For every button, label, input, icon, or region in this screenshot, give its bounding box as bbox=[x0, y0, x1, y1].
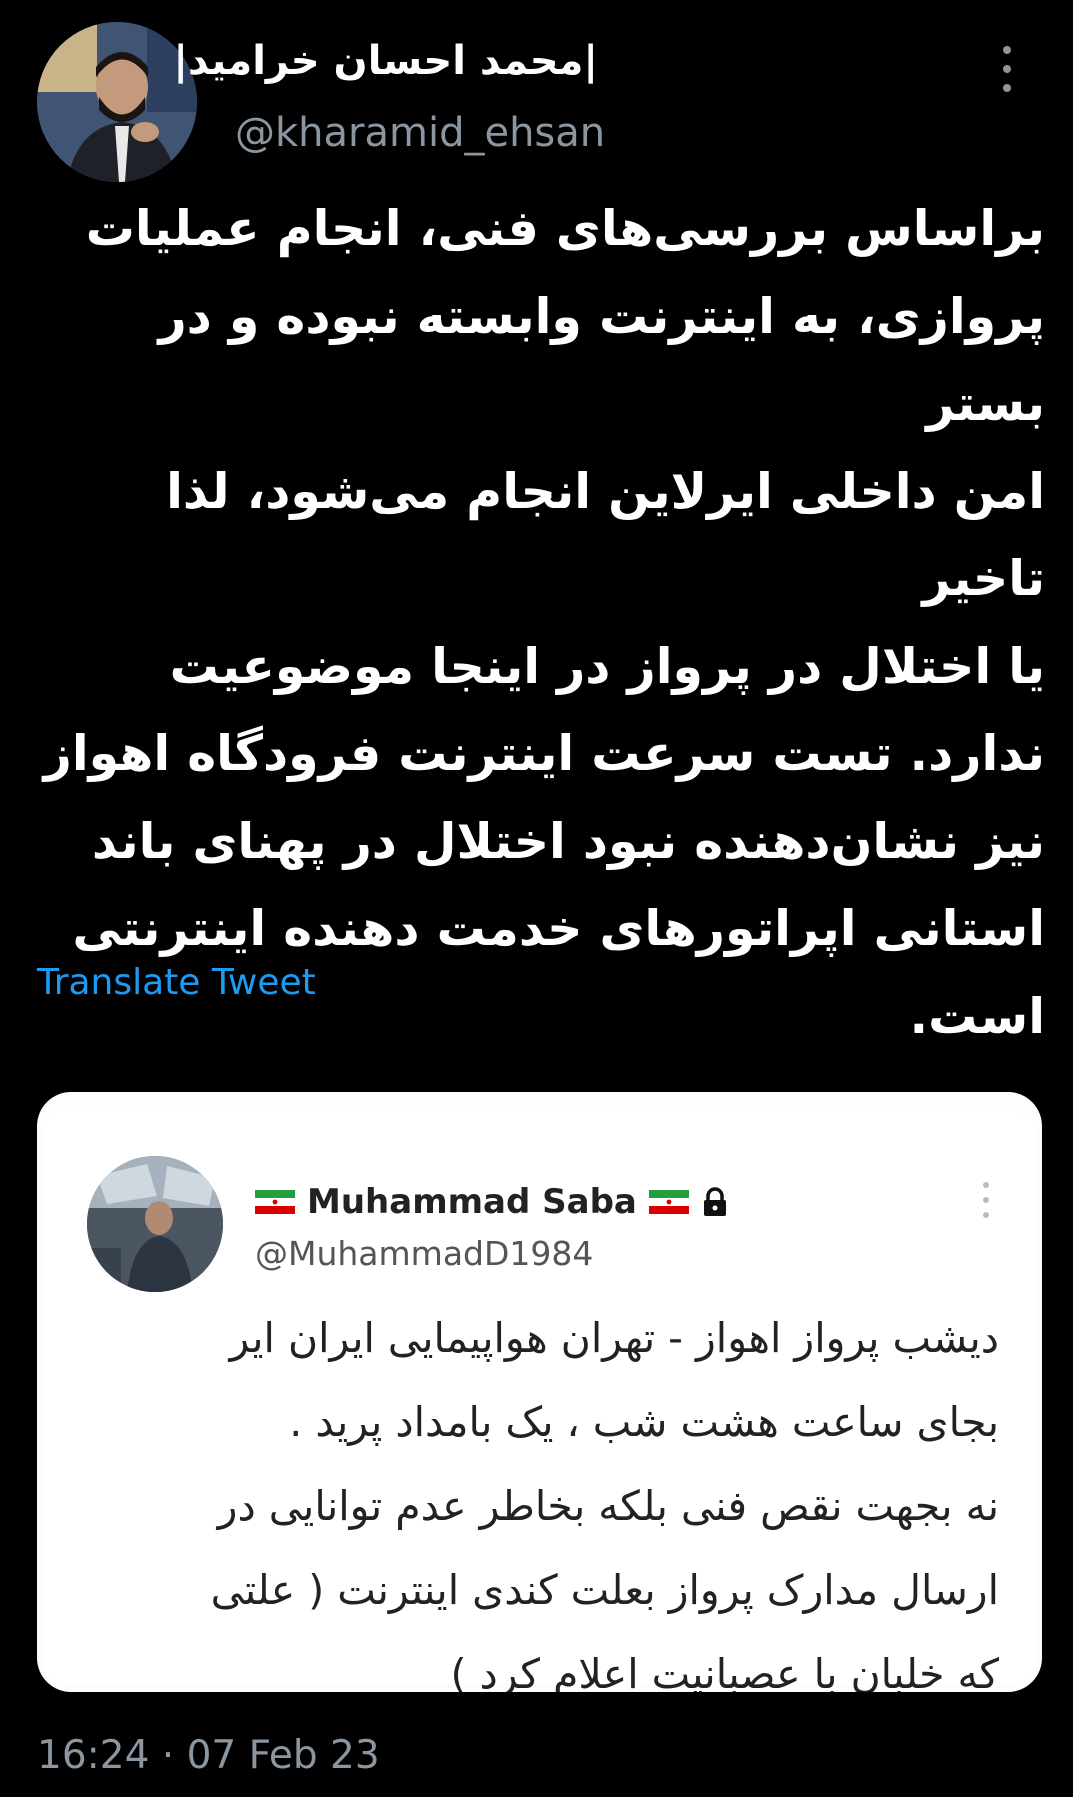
tweet-line: ندارد. تست سرعت اینترنت فرودگاه اهواز bbox=[43, 725, 1045, 782]
tweet-line: نیز نشان‌دهنده نبود اختلال در پهنای باند bbox=[91, 812, 1045, 870]
quoted-author-row: Muhammad Saba bbox=[255, 1180, 729, 1224]
quoted-author-name[interactable]: Muhammad Saba bbox=[307, 1182, 637, 1222]
quoted-line: ارسال مدارک پرواز بعلت کندی اینترنت ( عل… bbox=[210, 1566, 999, 1614]
tweet-line: استانی اپراتورهای خدمت دهنده اینترنتی bbox=[72, 900, 1045, 957]
quoted-tweet-inner: Muhammad Saba @MuhammadD1984 دیشب پرواز … bbox=[43, 1110, 1036, 1692]
tweet-line: امن داخلی ایرلاین انجام می‌شود، لذا تاخی… bbox=[166, 462, 1045, 608]
more-vertical-icon[interactable] bbox=[1000, 46, 1014, 92]
tweet-line: یا اختلال در پرواز در اینجا موضوعیت bbox=[169, 637, 1045, 695]
quoted-author-avatar[interactable] bbox=[87, 1156, 223, 1292]
quoted-line: بجای ساعت هشت شب ، یک بامداد پرید . bbox=[289, 1398, 999, 1446]
quoted-tweet-card[interactable]: Muhammad Saba @MuhammadD1984 دیشب پرواز … bbox=[37, 1092, 1042, 1692]
quoted-author-handle[interactable]: @MuhammadD1984 bbox=[255, 1234, 593, 1273]
quoted-tweet-body: دیشب پرواز اهواز - تهران هواپیمایی ایران… bbox=[83, 1296, 999, 1692]
author-handle[interactable]: @kharamid_ehsan bbox=[235, 110, 605, 156]
author-name[interactable]: |محمد احسان خرامید| bbox=[173, 38, 598, 84]
iran-flag-icon bbox=[255, 1190, 295, 1214]
tweet-body: براساس بررسی‌های فنی، انجام عملیات پرواز… bbox=[30, 185, 1045, 1060]
quoted-line: دیشب پرواز اهواز - تهران هواپیمایی ایران… bbox=[229, 1314, 999, 1362]
quoted-line: که خلبان با عصبانیت اعلام کرد ) bbox=[450, 1650, 999, 1692]
translate-tweet-link[interactable]: Translate Tweet bbox=[37, 962, 316, 1003]
tweet-timestamp[interactable]: 16:24 · 07 Feb 23 bbox=[37, 1733, 380, 1778]
quoted-line: نه بجهت نقص فنی بلکه بخاطر عدم توانایی د… bbox=[217, 1482, 999, 1530]
quoted-more-vertical-icon[interactable] bbox=[981, 1182, 991, 1218]
tweet-line: پروازی، به اینترنت وابسته نبوده و در بست… bbox=[158, 287, 1045, 433]
iran-flag-icon bbox=[648, 1190, 689, 1214]
lock-icon bbox=[703, 1187, 726, 1216]
tweet-line: براساس بررسی‌های فنی، انجام عملیات bbox=[85, 200, 1045, 257]
